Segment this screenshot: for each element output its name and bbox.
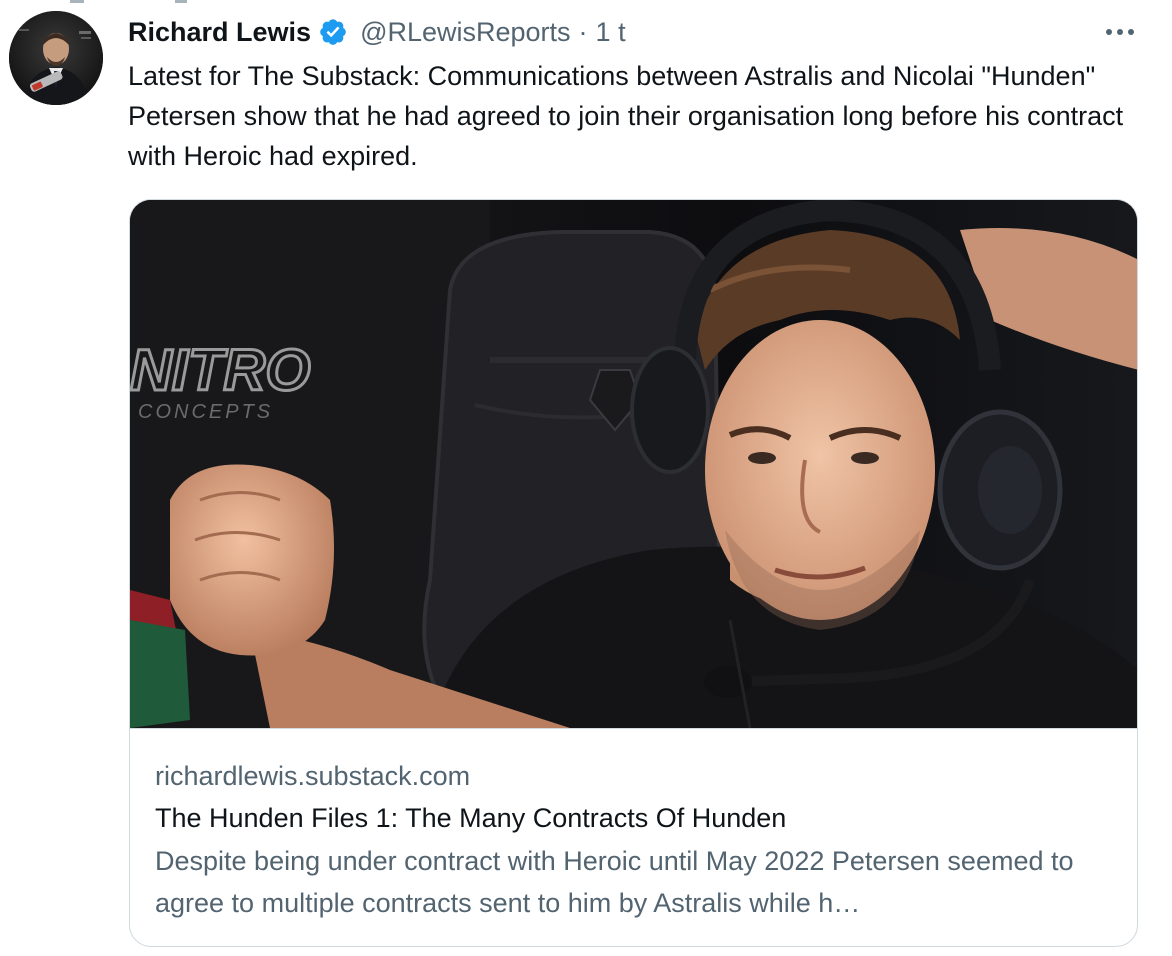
card-description: Despite being under contract with Heroic… xyxy=(155,846,1074,918)
avatar-image xyxy=(9,11,103,105)
dot-separator: · xyxy=(578,16,588,47)
card-image: NITRO CONCEPTS xyxy=(130,200,1137,729)
tweet-header: Richard Lewis @RLewisReports · 1 t xyxy=(128,14,626,50)
timestamp[interactable]: 1 t xyxy=(596,17,626,48)
top-partial-strip xyxy=(70,0,187,3)
card-title[interactable]: The Hunden Files 1: The Many Contracts O… xyxy=(155,796,1115,840)
link-preview-card[interactable]: NITRO CONCEPTS richardlewis.substack.com… xyxy=(129,199,1138,947)
more-options-button[interactable] xyxy=(1100,18,1140,46)
author-handle[interactable]: @RLewisReports xyxy=(360,17,570,48)
sponsor-logo-text: NITRO xyxy=(130,338,310,403)
avatar[interactable] xyxy=(9,11,103,105)
sponsor-logo-subtext: CONCEPTS xyxy=(138,401,273,423)
author-name[interactable]: Richard Lewis xyxy=(128,17,311,48)
card-meta: richardlewis.substack.com The Hunden Fil… xyxy=(155,756,1115,924)
card-domain[interactable]: richardlewis.substack.com xyxy=(155,756,1115,796)
verified-badge-icon xyxy=(318,17,348,47)
more-options-icon xyxy=(1106,29,1134,35)
tweet-text: Latest for The Substack: Communications … xyxy=(128,61,1131,171)
tweet: Richard Lewis @RLewisReports · 1 t Lates… xyxy=(0,0,1172,956)
